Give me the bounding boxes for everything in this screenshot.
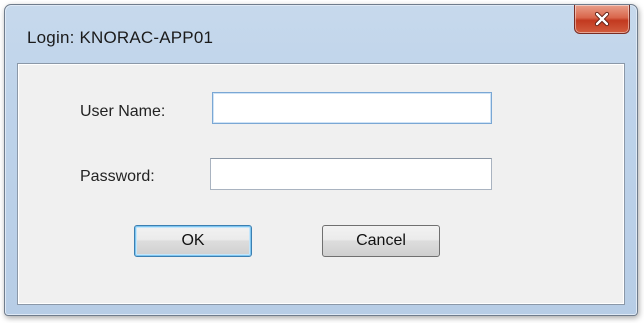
login-dialog: Login: KNORAC-APP01 User Name: Password:… <box>4 4 638 316</box>
close-icon <box>594 11 610 27</box>
title-bar[interactable]: Login: KNORAC-APP01 <box>5 5 637 61</box>
cancel-button[interactable]: Cancel <box>322 225 440 257</box>
password-label: Password: <box>80 168 155 185</box>
username-label: User Name: <box>80 103 166 120</box>
window-title: Login: KNORAC-APP01 <box>27 28 214 47</box>
password-input[interactable] <box>210 158 492 190</box>
username-input[interactable] <box>212 92 492 124</box>
close-button[interactable] <box>574 5 630 34</box>
dialog-content: User Name: Password: OK Cancel <box>17 63 625 305</box>
ok-button[interactable]: OK <box>134 225 252 257</box>
